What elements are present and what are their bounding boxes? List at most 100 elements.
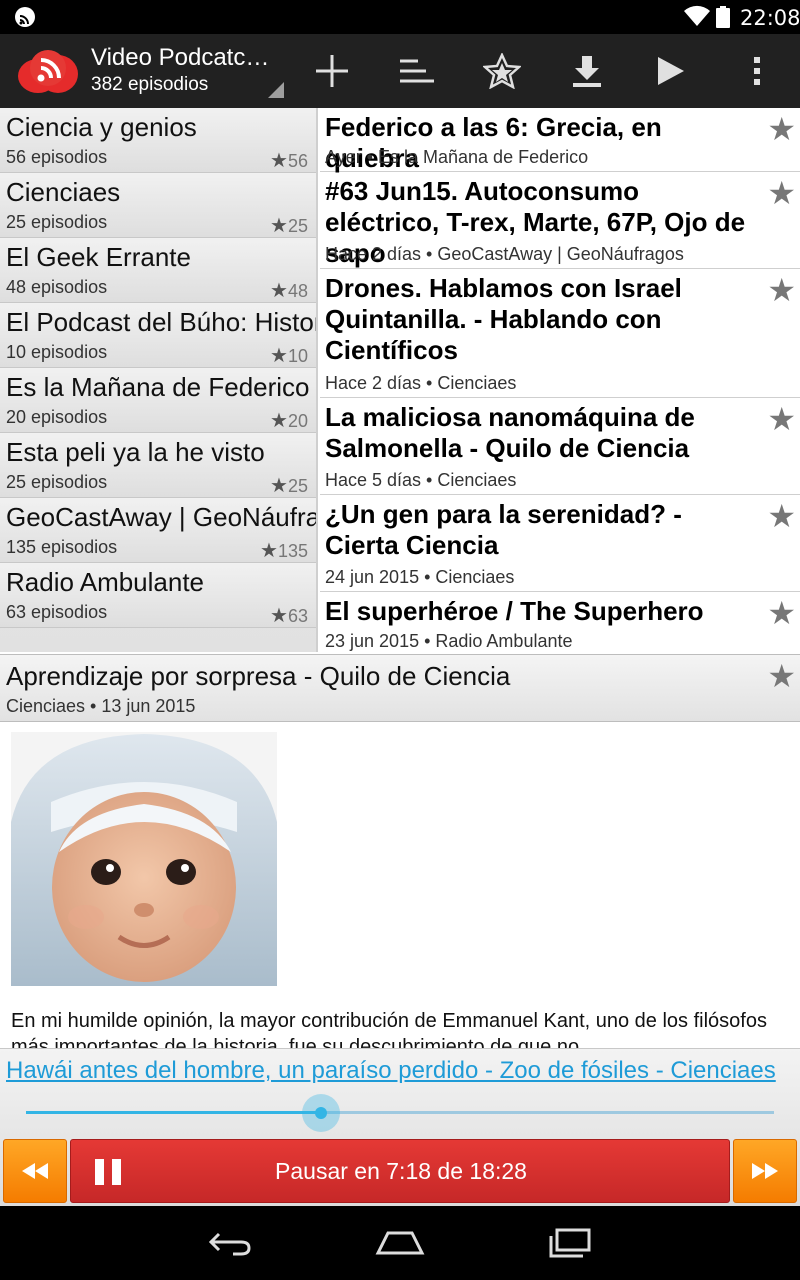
star-count: 25 xyxy=(287,216,308,236)
favorite-star-icon[interactable]: ★ xyxy=(767,271,796,309)
podcast-name: Es la Mañana de Federico xyxy=(6,372,310,402)
clock: 22:08 xyxy=(740,6,800,30)
episode-item[interactable]: #63 Jun15. Autoconsumo eléctrico, T-rex,… xyxy=(320,172,800,269)
app-title[interactable]: Video Podcatc… xyxy=(91,44,269,72)
star-count: 25 xyxy=(287,476,308,496)
star-icon: ★ xyxy=(270,410,288,432)
podcast-episode-count: 135 episodios xyxy=(6,537,118,557)
sort-button[interactable] xyxy=(381,34,451,108)
episode-meta: Hace 2 días • Cienciaes xyxy=(325,373,517,393)
podcast-episode-count: 20 episodios xyxy=(6,407,108,427)
podcast-item[interactable]: El Podcast del Búho: Historia 10 episodi… xyxy=(0,303,316,368)
star-count: 10 xyxy=(287,346,308,366)
podcast-item[interactable]: GeoCastAway | GeoNáufragos 135 episodios… xyxy=(0,498,316,563)
status-bar: 22:08 xyxy=(0,0,800,34)
favorite-star-icon[interactable]: ★ xyxy=(767,110,796,148)
play-icon xyxy=(658,57,684,85)
podcast-item[interactable]: Ciencia y genios 56 episodios ★56 xyxy=(0,108,316,173)
podcast-star-count: ★10 xyxy=(270,343,308,367)
fast-forward-button[interactable] xyxy=(733,1139,797,1203)
add-icon xyxy=(316,55,348,87)
podcast-item[interactable]: El Geek Errante 48 episodios ★48 xyxy=(0,238,316,303)
recents-button[interactable] xyxy=(540,1220,600,1266)
episode-item[interactable]: El superhéroe / The Superhero 23 jun 201… xyxy=(320,592,800,652)
podcast-name: Cienciaes xyxy=(6,177,121,207)
episode-item[interactable]: ¿Un gen para la serenidad? - Cierta Cien… xyxy=(320,495,800,592)
episode-item[interactable]: La maliciosa nanomáquina de Salmonella -… xyxy=(320,398,800,495)
podcast-name: El Podcast del Búho: Historia xyxy=(6,307,316,337)
podcast-star-count: ★63 xyxy=(270,603,308,627)
overflow-menu-icon xyxy=(754,57,760,85)
star-icon: ★ xyxy=(270,150,288,172)
episode-meta: Hace 5 días • Cienciaes xyxy=(325,470,517,490)
episode-meta: 23 jun 2015 • Radio Ambulante xyxy=(325,631,573,651)
overflow-menu-button[interactable] xyxy=(722,34,792,108)
dropdown-indicator-icon xyxy=(268,82,284,98)
action-bar: Video Podcatc… 382 episodios xyxy=(0,34,800,108)
podcast-episode-count: 25 episodios xyxy=(6,212,108,232)
play-all-button[interactable] xyxy=(636,34,706,108)
favorite-star-icon[interactable]: ★ xyxy=(767,174,796,212)
episode-count[interactable]: 382 episodios xyxy=(91,74,208,96)
favorites-icon xyxy=(483,53,521,89)
download-button[interactable] xyxy=(552,34,622,108)
episode-title: ¿Un gen para la serenidad? - Cierta Cien… xyxy=(325,499,682,560)
podcast-episode-count: 48 episodios xyxy=(6,277,108,297)
favorites-button[interactable] xyxy=(467,34,537,108)
episode-list[interactable]: Federico a las 6: Grecia, en quiebra Aye… xyxy=(320,108,800,652)
podcast-episode-count: 10 episodios xyxy=(6,342,108,362)
add-button[interactable] xyxy=(297,34,367,108)
star-count: 20 xyxy=(287,411,308,431)
app-logo-icon[interactable] xyxy=(16,46,80,96)
podcast-item[interactable]: Es la Mañana de Federico 20 episodios ★2… xyxy=(0,368,316,433)
star-icon: ★ xyxy=(270,345,288,367)
episode-description[interactable]: En mi humilde opinión, la mayor contribu… xyxy=(0,722,800,1048)
current-episode-header[interactable]: Aprendizaje por sorpresa - Quilo de Cien… xyxy=(0,654,800,722)
episode-item[interactable]: Drones. Hablamos con Israel Quintanilla.… xyxy=(320,269,800,398)
battery-icon xyxy=(716,6,730,28)
rewind-button[interactable] xyxy=(3,1139,67,1203)
episode-title: Drones. Hablamos con Israel Quintanilla.… xyxy=(325,273,682,365)
podcast-name: GeoCastAway | GeoNáufragos xyxy=(6,502,316,532)
podcast-star-count: ★56 xyxy=(270,148,308,172)
star-count: 48 xyxy=(287,281,308,301)
podcast-episode-count: 63 episodios xyxy=(6,602,108,622)
podcast-star-count: ★25 xyxy=(270,213,308,237)
sort-icon xyxy=(400,59,434,83)
podcast-star-count: ★135 xyxy=(260,538,308,562)
favorite-star-icon[interactable]: ★ xyxy=(767,400,796,438)
seek-progress xyxy=(26,1111,322,1114)
podcast-name: El Geek Errante xyxy=(6,242,191,272)
podcast-list[interactable]: Ciencia y genios 56 episodios ★56 Cienci… xyxy=(0,108,318,652)
episode-title: La maliciosa nanomáquina de Salmonella -… xyxy=(325,402,695,463)
back-button[interactable] xyxy=(200,1220,260,1266)
app-screen: 22:08 Video Podcatc… 382 episodios Cienc… xyxy=(0,0,800,1280)
home-button[interactable] xyxy=(370,1220,430,1266)
pause-label: Pausar en 7:18 de 18:28 xyxy=(275,1158,527,1184)
podcast-name: Esta peli ya la he visto xyxy=(6,437,265,467)
podcast-name: Radio Ambulante xyxy=(6,567,205,597)
favorite-star-icon[interactable]: ★ xyxy=(767,657,796,695)
star-count: 63 xyxy=(287,606,308,626)
download-icon xyxy=(573,56,601,87)
episode-meta: 24 jun 2015 • Cienciaes xyxy=(325,567,515,587)
now-playing-link[interactable]: Hawái antes del hombre, un paraíso perdi… xyxy=(6,1057,776,1085)
fast-forward-icon xyxy=(752,1163,778,1179)
podcast-item[interactable]: Esta peli ya la he visto 25 episodios ★2… xyxy=(0,433,316,498)
pause-button[interactable]: Pausar en 7:18 de 18:28 xyxy=(70,1139,730,1203)
podcast-star-count: ★48 xyxy=(270,278,308,302)
back-icon xyxy=(208,1232,251,1256)
star-count: 56 xyxy=(287,151,308,171)
podcast-item[interactable]: Cienciaes 25 episodios ★25 xyxy=(0,173,316,238)
podcast-star-count: ★25 xyxy=(270,473,308,497)
player-bar: Hawái antes del hombre, un paraíso perdi… xyxy=(0,1048,800,1206)
podcast-item[interactable]: Radio Ambulante 63 episodios ★63 xyxy=(0,563,316,628)
home-icon xyxy=(375,1231,425,1255)
star-icon: ★ xyxy=(270,215,288,237)
favorite-star-icon[interactable]: ★ xyxy=(767,594,796,632)
cast-notification-icon xyxy=(15,7,35,27)
seek-thumb[interactable] xyxy=(302,1094,341,1132)
episode-item[interactable]: Federico a las 6: Grecia, en quiebra Aye… xyxy=(320,108,800,173)
favorite-star-icon[interactable]: ★ xyxy=(767,497,796,535)
current-episode-meta: Cienciaes • 13 jun 2015 xyxy=(6,696,196,716)
